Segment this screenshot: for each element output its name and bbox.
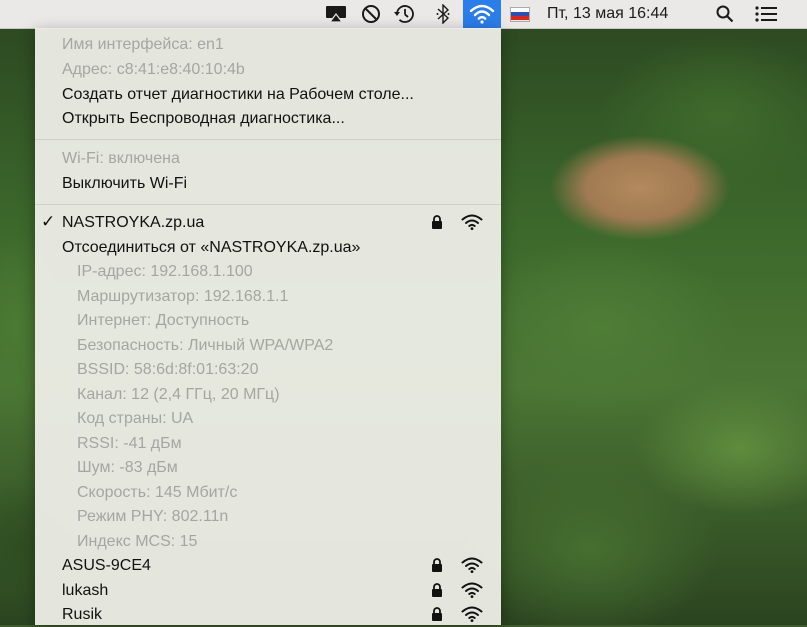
lock-icon — [431, 606, 443, 627]
spotlight-search-icon[interactable] — [713, 0, 737, 28]
wifi-signal-icon — [461, 557, 483, 578]
wifi-icon[interactable] — [463, 0, 501, 28]
menu-bar: Пт, 13 мая 16:44 — [0, 0, 807, 29]
network-detail: Скорость: 145 Мбит/с — [77, 484, 238, 501]
date-time[interactable]: Пт, 13 мая 16:44 — [547, 0, 668, 28]
checkmark-icon: ✓ — [41, 212, 56, 231]
input-source-flag-icon[interactable] — [508, 0, 532, 28]
time-machine-icon[interactable] — [390, 0, 418, 28]
airplay-icon[interactable] — [322, 0, 350, 28]
do-not-disturb-icon[interactable] — [358, 0, 384, 28]
menu-separator — [35, 139, 501, 140]
network-detail: RSSI: -41 дБм — [77, 435, 182, 452]
disconnect-item[interactable]: Отсоединиться от «NASTROYKA.zp.ua» — [62, 238, 360, 258]
interface-name-label: Имя интерфейса: en1 — [62, 36, 224, 53]
notification-center-icon[interactable] — [752, 0, 780, 28]
wifi-dropdown-menu: Имя интерфейса: en1 Адрес: c8:41:e8:40:1… — [35, 28, 501, 625]
lock-icon — [431, 582, 443, 603]
network-detail: Безопасность: Личный WPA/WPA2 — [77, 337, 334, 354]
lock-icon — [431, 214, 443, 235]
network-detail: Код страны: UA — [77, 410, 194, 427]
wifi-status-label: Wi-Fi: включена — [62, 150, 180, 167]
network-detail: IP-адрес: 192.168.1.100 — [77, 263, 253, 280]
wifi-signal-icon — [461, 606, 483, 627]
open-wireless-diagnostics-item[interactable]: Открыть Беспроводная диагностика... — [62, 109, 345, 129]
connected-network-item[interactable]: NASTROYKA.zp.ua — [62, 213, 204, 233]
network-item[interactable]: lukash — [62, 581, 108, 601]
bluetooth-icon[interactable] — [432, 0, 454, 28]
create-diagnostics-report-item[interactable]: Создать отчет диагностики на Рабочем сто… — [62, 85, 414, 105]
wifi-signal-icon — [461, 582, 483, 603]
network-detail: Маршрутизатор: 192.168.1.1 — [77, 288, 289, 305]
lock-icon — [431, 557, 443, 578]
mac-address-label: Адрес: c8:41:e8:40:10:4b — [62, 61, 245, 78]
network-detail: Канал: 12 (2,4 ГГц, 20 МГц) — [77, 386, 280, 403]
wifi-signal-icon — [461, 214, 483, 235]
network-detail: Интернет: Доступность — [77, 312, 250, 329]
network-detail: Режим PHY: 802.11n — [77, 508, 229, 525]
network-item[interactable]: Rusik — [62, 605, 102, 625]
turn-off-wifi-item[interactable]: Выключить Wi-Fi — [62, 174, 187, 194]
menu-separator — [35, 204, 501, 205]
network-detail: Шум: -83 дБм — [77, 459, 178, 476]
network-item[interactable]: ASUS-9CE4 — [62, 556, 151, 576]
network-detail: BSSID: 58:6d:8f:01:63:20 — [77, 361, 259, 378]
network-detail: Индекс MCS: 15 — [77, 533, 198, 550]
